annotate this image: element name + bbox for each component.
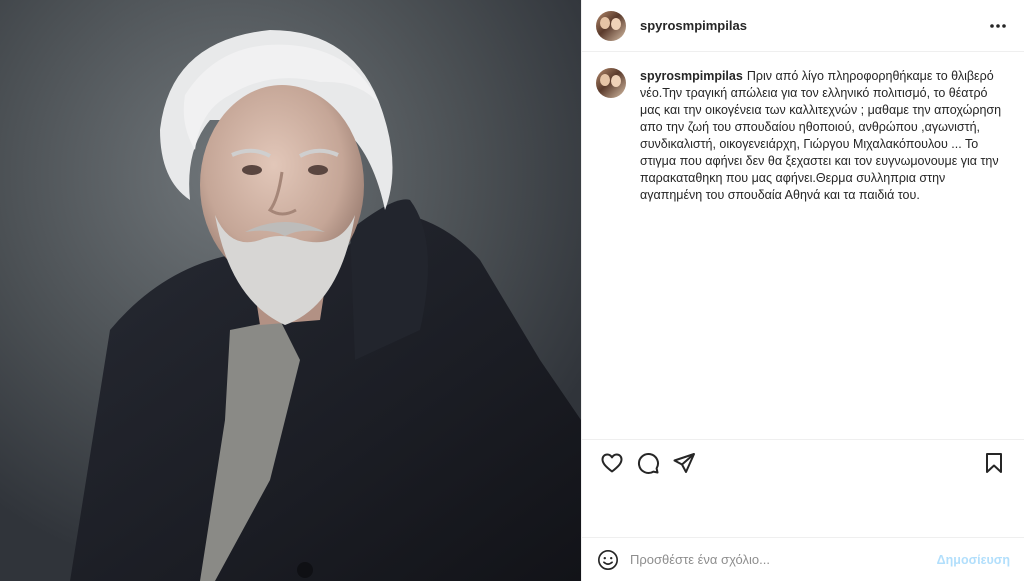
caption: spyrosmpimpilas Πριν από λίγο πληροφορηθή… — [640, 68, 1010, 439]
post-photo[interactable] — [0, 0, 581, 581]
post-header: spyrosmpimpilas — [582, 0, 1024, 52]
paper-plane-icon[interactable] — [666, 445, 702, 481]
post-comment-button[interactable]: Δημοσίευση — [937, 553, 1010, 567]
caption-avatar[interactable] — [596, 68, 626, 98]
action-bar — [582, 439, 1024, 485]
likes-spacer — [582, 485, 1024, 537]
caption-text: Πριν από λίγο πληροφορηθήκαμε το θλιβερό… — [640, 69, 1002, 202]
comment-icon[interactable] — [630, 445, 666, 481]
instagram-post: spyrosmpimpilas spyrosmpimpilas Πριν από … — [0, 0, 1024, 581]
post-sidebar: spyrosmpimpilas spyrosmpimpilas Πριν από … — [581, 0, 1024, 581]
bookmark-icon[interactable] — [976, 445, 1012, 481]
more-options-icon[interactable] — [986, 14, 1010, 38]
heart-icon[interactable] — [594, 445, 630, 481]
author-avatar[interactable] — [596, 10, 626, 41]
author-username[interactable]: spyrosmpimpilas — [640, 18, 747, 33]
comment-bar: Δημοσίευση — [582, 537, 1024, 581]
portrait-illustration — [0, 0, 581, 581]
caption-username[interactable]: spyrosmpimpilas — [640, 69, 743, 83]
emoji-icon[interactable] — [596, 548, 620, 572]
comment-input[interactable] — [630, 552, 937, 567]
caption-area: spyrosmpimpilas Πριν από λίγο πληροφορηθή… — [582, 52, 1024, 439]
